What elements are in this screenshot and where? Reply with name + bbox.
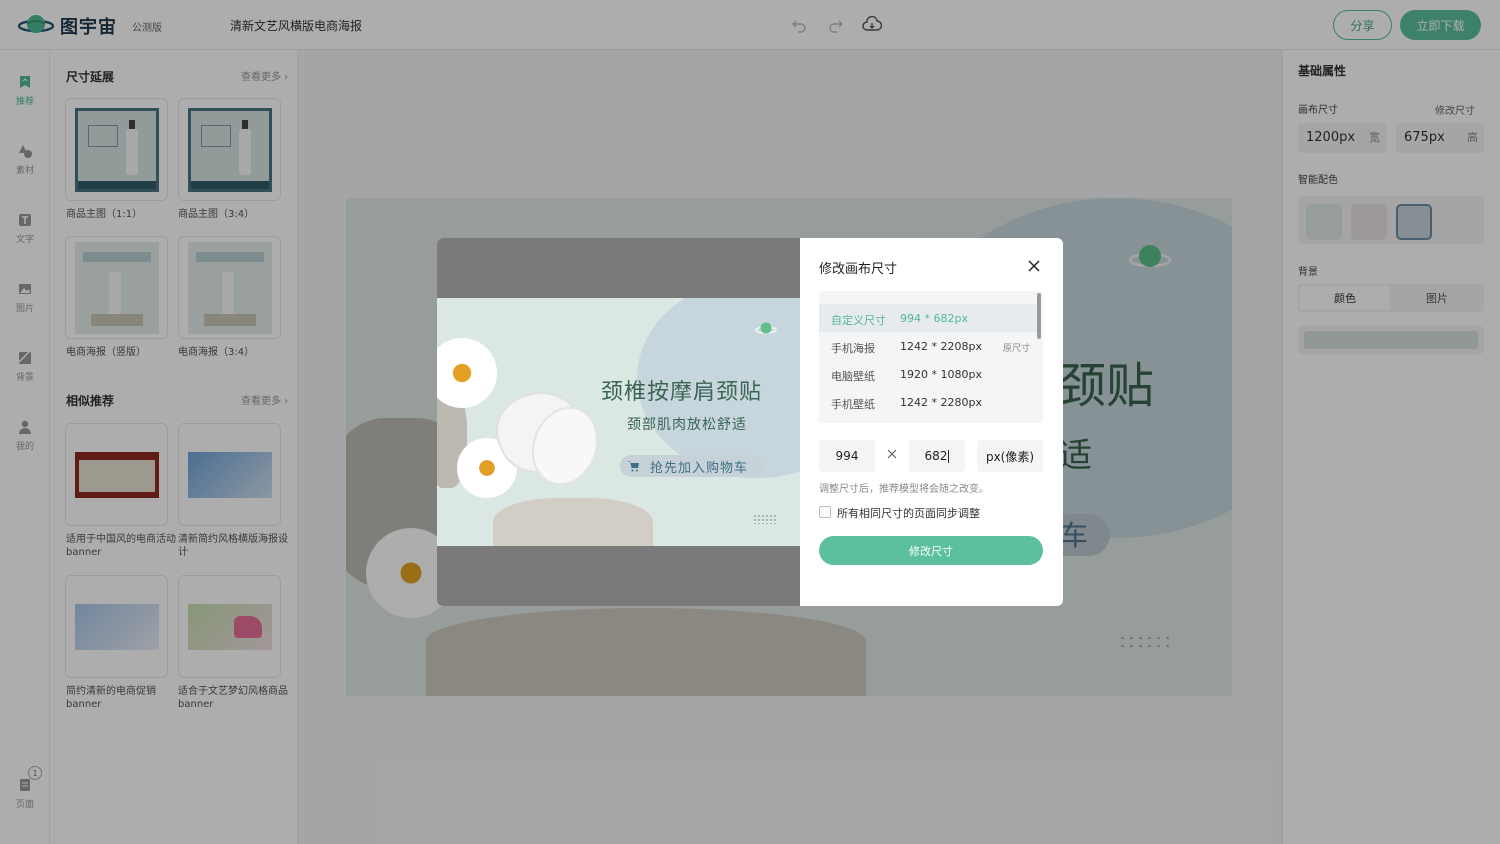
size-option-mobile-poster[interactable]: 手机海报 1242 * 2208px 原尺寸 <box>819 332 1037 360</box>
preview-subtitle-text: 颈部肌肉放松舒适 <box>627 417 747 433</box>
resize-hint-text: 调整尺寸后，推荐模型将会随之改变。 <box>819 484 989 495</box>
confirm-resize-button[interactable]: 修改尺寸 <box>819 536 1043 565</box>
preview-title-text: 颈椎按摩肩颈贴 <box>601 380 763 405</box>
planet-decoration-icon <box>755 322 777 334</box>
close-icon[interactable] <box>1026 258 1042 274</box>
preview-cta-button: 抢先加入购物车 <box>620 455 763 477</box>
cart-icon <box>628 461 639 472</box>
original-size-tag: 原尺寸 <box>1003 344 1031 354</box>
dialog-title: 修改画布尺寸 <box>819 262 898 277</box>
stone-podium-image <box>493 498 653 546</box>
size-option-mobile-wallpaper[interactable]: 手机壁纸 1242 * 2280px <box>819 388 1037 416</box>
height-input[interactable]: 682 <box>909 440 965 472</box>
multiply-icon <box>887 449 897 459</box>
size-option-custom[interactable]: 自定义尺寸 994 * 682px <box>819 304 1037 332</box>
sync-pages-label[interactable]: 所有相同尺寸的页面同步调整 <box>837 505 980 521</box>
preset-size-list: 自定义尺寸 994 * 682px 手机海报 1242 * 2208px 原尺寸 电脑… <box>819 291 1043 423</box>
daisy-image <box>437 338 497 408</box>
size-option-desktop-wallpaper[interactable]: 电脑壁纸 1920 * 1080px <box>819 360 1037 388</box>
list-scrollbar[interactable] <box>1037 293 1041 339</box>
sync-pages-checkbox[interactable] <box>819 506 831 518</box>
preview-area: 颈椎按摩肩颈贴 颈部肌肉放松舒适 抢先加入购物车 <box>437 238 800 606</box>
design-preview: 颈椎按摩肩颈贴 颈部肌肉放松舒适 抢先加入购物车 <box>437 298 800 546</box>
unit-selector[interactable]: px(像素) <box>977 440 1043 472</box>
resize-canvas-dialog: 颈椎按摩肩颈贴 颈部肌肉放松舒适 抢先加入购物车 修改画布尺寸 自定义尺寸 994… <box>437 238 1063 606</box>
width-input[interactable]: 994 <box>819 440 875 472</box>
